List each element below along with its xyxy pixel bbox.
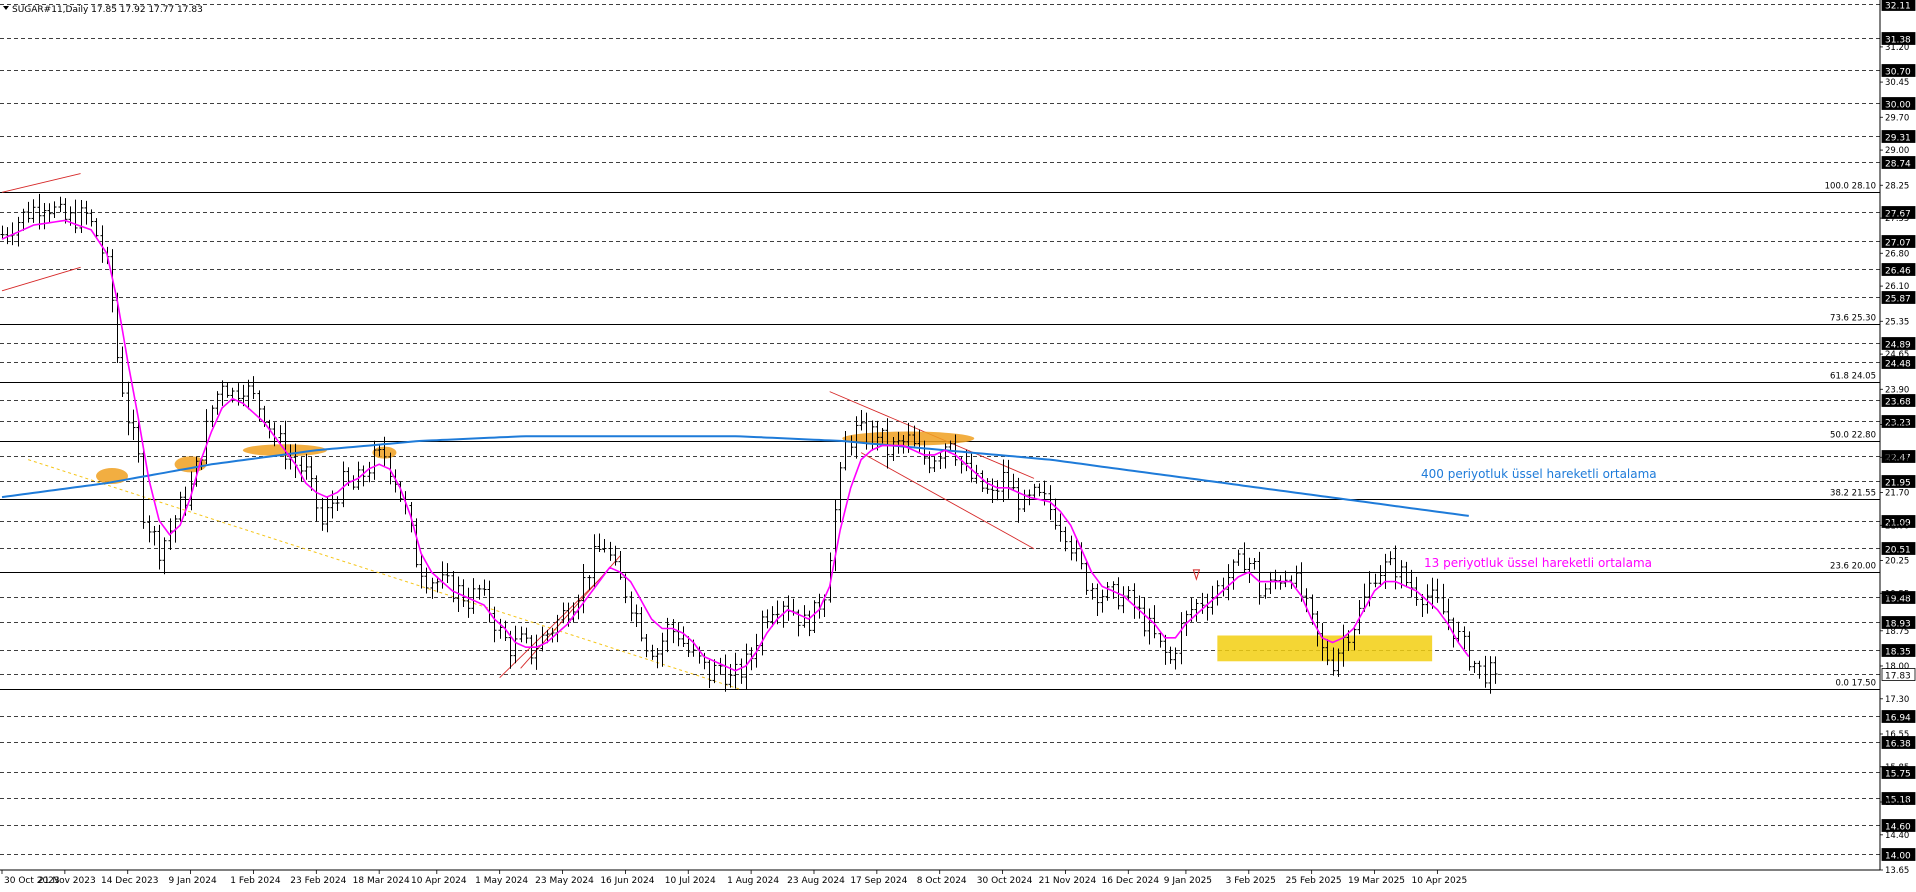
time-label: 9 Jan 2024 — [168, 876, 216, 886]
ema13-annotation: 13 periyotluk üssel hareketli ortalama — [1424, 556, 1652, 570]
price-label: 23.15 — [1885, 420, 1909, 430]
price-label: 25.35 — [1885, 317, 1909, 327]
price-label: 24.65 — [1885, 350, 1909, 360]
time-label: 21 Nov 2023 — [38, 876, 96, 886]
time-label: 16 Dec 2024 — [1102, 876, 1160, 886]
price-label-boxed: 26.46 — [1885, 267, 1911, 277]
time-label: 16 Jun 2024 — [600, 876, 654, 886]
price-label: 19.55 — [1885, 589, 1909, 599]
time-label: 30 Oct 2024 — [977, 876, 1033, 886]
price-label-boxed: 29.31 — [1885, 134, 1911, 144]
time-label: 9 Jan 2025 — [1164, 876, 1212, 886]
price-label: 17.30 — [1885, 695, 1909, 705]
fibonacci-label: 61.8 24.05 — [1830, 372, 1876, 382]
price-label: 31.20 — [1885, 43, 1909, 53]
price-label: 21.00 — [1885, 521, 1909, 531]
price-label: 29.70 — [1885, 113, 1909, 123]
time-label: 1 May 2024 — [475, 876, 528, 886]
price-label: 26.10 — [1885, 282, 1909, 292]
price-label: 18.75 — [1885, 627, 1909, 637]
price-label-boxed: 25.87 — [1885, 295, 1911, 305]
chart-background — [0, 0, 1916, 888]
time-label: 1 Feb 2024 — [230, 876, 281, 886]
price-label-boxed: 16.94 — [1885, 714, 1911, 724]
price-label-boxed: 27.07 — [1885, 239, 1911, 249]
fibonacci-label: 38.2 21.55 — [1830, 489, 1876, 499]
price-label-boxed: 30.00 — [1885, 101, 1911, 111]
price-label: 26.80 — [1885, 249, 1909, 259]
price-label: 16.55 — [1885, 730, 1909, 740]
time-label: 18 Mar 2024 — [353, 876, 410, 886]
time-label: 10 Apr 2024 — [411, 876, 467, 886]
time-label: 21 Nov 2024 — [1039, 876, 1097, 886]
price-label: 22.45 — [1885, 453, 1909, 463]
price-label-boxed: 24.89 — [1885, 341, 1911, 351]
price-label: 28.25 — [1885, 181, 1909, 191]
time-label: 14 Dec 2023 — [101, 876, 159, 886]
price-label-boxed: 17.83 — [1885, 672, 1911, 682]
price-label: 23.90 — [1885, 385, 1909, 395]
price-label: 13.65 — [1885, 866, 1909, 876]
time-label: 17 Sep 2024 — [850, 876, 907, 886]
time-label: 8 Oct 2024 — [917, 876, 967, 886]
time-label: 23 Feb 2024 — [290, 876, 346, 886]
fibonacci-label: 23.6 20.00 — [1830, 562, 1876, 572]
ema400-annotation: 400 periyotluk üssel hareketli ortalama — [1421, 467, 1657, 481]
price-label: 27.55 — [1885, 214, 1909, 224]
price-label: 15.85 — [1885, 763, 1909, 773]
price-label: 15.10 — [1885, 798, 1909, 808]
time-label: 23 May 2024 — [535, 876, 594, 886]
price-label-boxed: 28.74 — [1885, 160, 1911, 170]
price-label-boxed: 18.35 — [1885, 648, 1911, 658]
symbol-ohlc-label: SUGAR#11,Daily 17.85 17.92 17.77 17.83 — [12, 5, 203, 15]
fibonacci-label: 50.0 22.80 — [1830, 431, 1876, 441]
price-label-boxed: 32.11 — [1885, 2, 1911, 12]
price-label: 30.45 — [1885, 78, 1909, 88]
price-label-boxed: 21.95 — [1885, 479, 1911, 489]
price-label: 18.00 — [1885, 662, 1909, 672]
time-label: 10 Apr 2025 — [1412, 876, 1468, 886]
price-chart[interactable]: 100.0 28.10 73.6 25.30 61.8 24.05 50.0 22.8… — [0, 0, 1916, 888]
price-label-boxed: 24.48 — [1885, 360, 1911, 370]
fibonacci-label: 100.0 28.10 — [1825, 182, 1876, 192]
time-label: 3 Feb 2025 — [1226, 876, 1276, 886]
price-chart-svg[interactable]: 100.0 28.10 73.6 25.30 61.8 24.05 50.0 22.8… — [0, 0, 1916, 888]
time-label: 1 Aug 2024 — [727, 876, 779, 886]
time-label: 19 Mar 2025 — [1348, 876, 1405, 886]
price-label: 14.40 — [1885, 831, 1909, 841]
fibonacci-label: 0.0 17.50 — [1835, 679, 1876, 689]
price-label: 29.00 — [1885, 146, 1909, 156]
price-label-boxed: 23.68 — [1885, 398, 1911, 408]
price-label: 20.25 — [1885, 556, 1909, 566]
price-label-boxed: 16.38 — [1885, 740, 1911, 750]
time-label: 23 Aug 2024 — [787, 876, 845, 886]
price-label-boxed: 14.00 — [1885, 852, 1911, 862]
time-label: 25 Feb 2025 — [1286, 876, 1342, 886]
price-label-boxed: 20.51 — [1885, 546, 1911, 556]
price-label: 21.70 — [1885, 488, 1909, 498]
price-label-boxed: 30.70 — [1885, 68, 1911, 78]
fibonacci-label: 73.6 25.30 — [1830, 314, 1876, 324]
time-label: 10 Jul 2024 — [665, 876, 716, 886]
